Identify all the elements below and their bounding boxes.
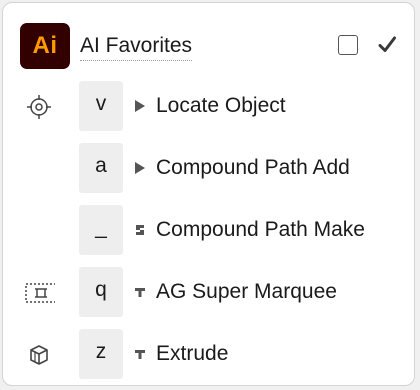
shortcut-key: _ [79, 205, 123, 255]
item-label: Compound Path Add [156, 156, 350, 179]
check-icon[interactable] [375, 33, 399, 57]
panel-title[interactable]: AI Favorites [80, 33, 193, 61]
crosshair-icon [27, 95, 51, 119]
stepped-marker-icon [136, 225, 144, 235]
list-item-compound-path-make[interactable]: _ Compound Path Make [3, 205, 414, 255]
shortcut-key: v [79, 81, 123, 131]
list-item-extrude[interactable]: z Extrude [3, 329, 414, 379]
tee-marker-icon [135, 288, 145, 297]
favorites-panel: Ai AI Favorites v Locate Object a Compou… [2, 2, 415, 386]
select-checkbox[interactable] [338, 35, 358, 55]
triangle-right-icon [135, 162, 145, 174]
shortcut-key: q [79, 267, 123, 317]
illustrator-logo: Ai [20, 23, 70, 69]
item-label: AG Super Marquee [156, 280, 337, 303]
marquee-select-icon [25, 283, 55, 303]
item-label: Extrude [156, 342, 229, 365]
tee-marker-icon [135, 350, 145, 359]
triangle-right-icon [135, 100, 145, 112]
item-label: Locate Object [156, 94, 286, 117]
shortcut-key: z [79, 329, 123, 379]
panel-header: Ai AI Favorites [3, 21, 414, 71]
item-label: Compound Path Make [156, 218, 365, 241]
shortcut-key: a [79, 143, 123, 193]
cube-icon [30, 345, 48, 365]
list-item-ag-super-marquee[interactable]: q AG Super Marquee [3, 267, 414, 317]
list-item-compound-path-add[interactable]: a Compound Path Add [3, 143, 414, 193]
list-item-locate-object[interactable]: v Locate Object [3, 81, 414, 131]
